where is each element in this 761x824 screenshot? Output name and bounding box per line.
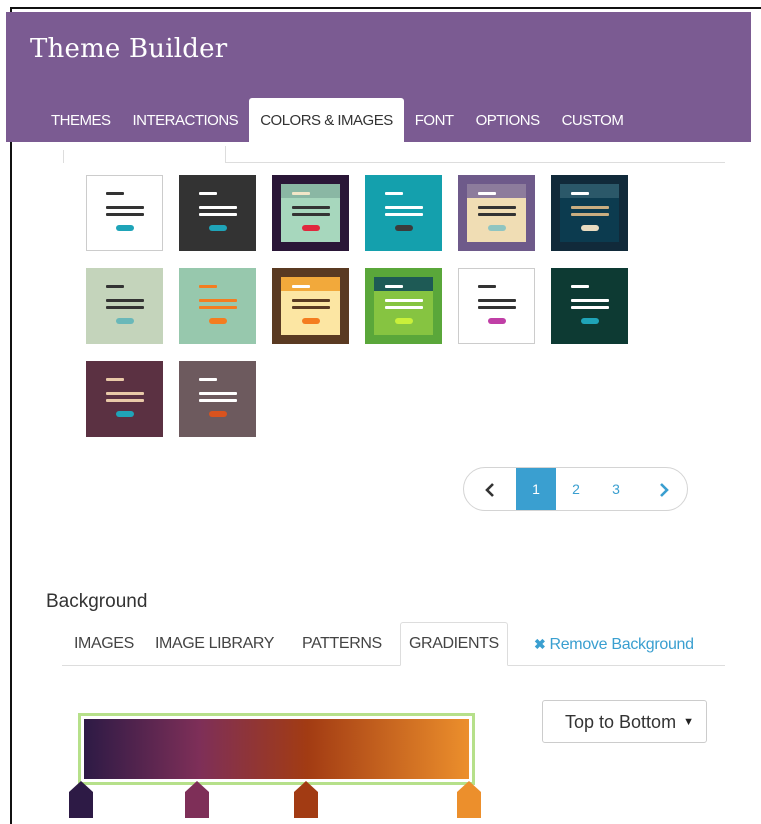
preset-tab-outline [53,142,725,165]
color-preset-swatch[interactable] [458,268,535,344]
color-preset-swatch[interactable] [272,268,349,344]
close-icon: ✖ [534,636,546,652]
color-preset-swatch[interactable] [179,361,256,437]
gradient-stop-handle[interactable] [293,780,319,818]
main-tabs: THEMES INTERACTIONS COLORS & IMAGES FONT… [6,98,634,142]
pagination-page-2[interactable]: 2 [556,468,596,510]
gradient-stop-handle[interactable] [184,780,210,818]
color-preset-swatch[interactable] [551,268,628,344]
color-preset-swatch[interactable] [179,175,256,251]
pagination-page-1[interactable]: 1 [516,468,556,510]
tab-patterns[interactable]: PATTERNS [302,622,382,666]
gradient-direction-select[interactable]: Top to Bottom ▼ [542,700,707,743]
tab-font[interactable]: FONT [404,98,465,142]
color-preset-swatch[interactable] [86,175,163,251]
background-tabs: IMAGES IMAGE LIBRARY PATTERNS GRADIENTS … [62,622,725,666]
color-preset-swatch[interactable] [551,175,628,251]
pagination-next-button[interactable] [640,468,687,510]
pagination: 1 2 3 [463,467,688,511]
color-preset-swatch[interactable] [458,175,535,251]
tab-gradients[interactable]: GRADIENTS [400,622,508,666]
chevron-right-icon [660,483,669,498]
theme-builder-header: Theme Builder THEMES INTERACTIONS COLORS… [6,12,751,142]
pagination-page-3[interactable]: 3 [596,468,636,510]
color-preset-swatch[interactable] [86,361,163,437]
tab-options[interactable]: OPTIONS [465,98,551,142]
gradient-bar [84,719,469,779]
gradient-stop-handle[interactable] [456,780,482,818]
caret-down-icon: ▼ [683,716,694,728]
tab-images[interactable]: IMAGES [74,622,134,666]
pagination-prev-button[interactable] [464,468,516,510]
color-preset-swatch[interactable] [86,268,163,344]
remove-background-link[interactable]: ✖ Remove Background [534,622,694,666]
tab-colors-images[interactable]: COLORS & IMAGES [249,98,404,142]
tab-custom[interactable]: CUSTOM [551,98,635,142]
tab-image-library[interactable]: IMAGE LIBRARY [155,622,274,666]
gradient-direction-value: Top to Bottom [565,712,675,732]
gradient-preview[interactable] [78,713,475,785]
color-preset-swatch[interactable] [365,268,442,344]
chevron-left-icon [485,483,494,498]
page-title: Theme Builder [30,34,228,64]
tab-themes[interactable]: THEMES [6,98,122,142]
gradient-stop-handle[interactable] [68,780,94,818]
color-preset-swatch[interactable] [272,175,349,251]
remove-background-label: Remove Background [549,636,694,653]
color-preset-swatch[interactable] [179,268,256,344]
background-section-label: Background [46,591,148,612]
color-preset-swatch[interactable] [365,175,442,251]
tab-interactions[interactable]: INTERACTIONS [122,98,250,142]
